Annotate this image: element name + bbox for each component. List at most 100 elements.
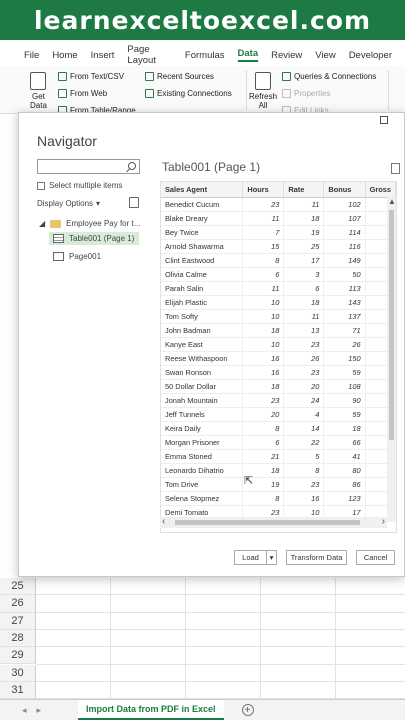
mouse-cursor-icon: ⇱ (244, 475, 254, 487)
table-cell: Kanye East (161, 337, 244, 352)
table-cell: 18 (283, 295, 325, 310)
tab-file[interactable]: File (24, 50, 39, 61)
row-header[interactable]: 29 (0, 647, 36, 665)
tree-table-label: Table001 (Page 1) (69, 234, 135, 243)
select-multiple-checkbox[interactable] (37, 181, 45, 190)
table-row: Tom Softy 10 11 137 (161, 309, 396, 324)
table-cell: 137 (323, 309, 366, 324)
table-cell: Selena Stopmez (161, 491, 244, 506)
load-button[interactable]: Load (234, 550, 267, 565)
existing-connections-button[interactable]: Existing Connections (145, 89, 232, 98)
row-header[interactable]: 26 (0, 595, 36, 613)
queries-icon (282, 72, 291, 81)
export-icon[interactable] (391, 163, 400, 174)
recent-sources-icon (145, 72, 154, 81)
column-header[interactable]: Sales Agent (161, 182, 244, 198)
refresh-all-button[interactable]: Refresh All (249, 72, 277, 110)
table-cell: 59 (323, 365, 366, 380)
tab-page-layout[interactable]: Page Layout (127, 44, 172, 66)
table-row: Parah Salin 11 6 113 (161, 281, 396, 296)
select-multiple-row[interactable]: Select multiple items (37, 181, 122, 190)
transform-data-button[interactable]: Transform Data (286, 550, 347, 565)
recent-sources-button[interactable]: Recent Sources (145, 72, 214, 81)
table-cell: 113 (323, 281, 366, 296)
tab-home[interactable]: Home (52, 50, 77, 61)
row-header[interactable]: 27 (0, 612, 36, 630)
table-cell: Jonah Mountain (161, 393, 244, 408)
column-header[interactable]: Rate (283, 182, 325, 198)
properties-icon (282, 89, 291, 98)
table-cell: 23 (283, 477, 325, 492)
row-header[interactable]: 31 (0, 681, 36, 700)
display-options-dropdown[interactable]: Display Options ▾ (37, 199, 100, 208)
table-cell: 6 (283, 281, 325, 296)
prev-sheet-button[interactable]: ◂ (22, 705, 27, 716)
tree-item-table001[interactable]: Table001 (Page 1) (49, 232, 139, 245)
column-header[interactable]: Gross (365, 182, 396, 198)
table-cell: 16 (242, 365, 285, 380)
row-header[interactable]: 25 (0, 578, 36, 596)
ribbon-data-tab: Get Data From Text/CSV From Web From Tab… (0, 66, 405, 115)
preview-table: Sales Agent Hours Rate Bonus Gross Benedict … (160, 181, 397, 533)
scroll-right-icon[interactable]: › (382, 516, 385, 527)
table-row: Leonardo Dihatrio 18 8 80 (161, 463, 396, 478)
scroll-up-icon[interactable]: ▲ (388, 197, 396, 206)
table-row: Emma Stoned 21 5 41 (161, 449, 396, 464)
tab-formulas[interactable]: Formulas (185, 50, 225, 61)
chevron-down-icon: ▾ (96, 199, 101, 208)
load-dropdown-button[interactable]: ▾ (266, 550, 277, 565)
tab-insert[interactable]: Insert (91, 50, 115, 61)
table-cell: Blake Dreary (161, 211, 244, 226)
tab-developer[interactable]: Developer (349, 50, 392, 61)
properties-button[interactable]: Properties (282, 89, 330, 98)
add-sheet-button[interactable]: + (241, 704, 254, 716)
refresh-preview-icon[interactable] (129, 197, 139, 208)
horizontal-scroll-thumb[interactable] (175, 520, 360, 525)
connections-icon (145, 89, 154, 98)
grid-row-line (36, 680, 405, 682)
horizontal-scrollbar[interactable]: ‹ › (160, 516, 387, 528)
vertical-scroll-thumb[interactable] (389, 210, 394, 440)
vertical-scrollbar[interactable]: ▲ (387, 196, 396, 522)
table-cell: 10 (242, 295, 285, 310)
tab-data[interactable]: Data (237, 48, 259, 62)
tree-root[interactable]: ◢ Employee Pay for t... (39, 219, 140, 228)
table-row: Clint Eastwood 8 17 149 (161, 253, 396, 268)
table-cell: Swan Ronson (161, 365, 244, 380)
chevron-down-icon: ◢ (39, 219, 46, 228)
table-cell: 11 (283, 309, 325, 324)
table-cell: Elijah Plastic (161, 295, 244, 310)
from-text-csv-button[interactable]: From Text/CSV (58, 72, 124, 81)
cancel-button[interactable]: Cancel (356, 550, 395, 565)
tree-item-page001[interactable]: Page001 (53, 252, 101, 261)
table-cell: 23 (242, 197, 285, 212)
tab-review[interactable]: Review (271, 50, 302, 61)
worksheet-grid[interactable]: 25 26 27 28 29 30 31 (0, 578, 405, 700)
table-cell: Bey Twice (161, 225, 244, 240)
get-data-label-2: Data (30, 101, 47, 110)
properties-label: Properties (294, 89, 331, 98)
table-cell: Tom Softy (161, 309, 244, 324)
table-cell: 22 (283, 435, 325, 450)
table-row: Swan Ronson 16 23 59 (161, 365, 396, 380)
table-cell: John Badman (161, 323, 244, 338)
next-sheet-button[interactable]: ▸ (37, 705, 42, 716)
table-cell: 107 (323, 211, 366, 226)
from-text-csv-label: From Text/CSV (70, 72, 125, 81)
row-header[interactable]: 28 (0, 629, 36, 648)
get-data-button[interactable]: Get Data (30, 72, 47, 110)
from-web-button[interactable]: From Web (58, 89, 107, 98)
search-input[interactable] (37, 159, 140, 174)
table-cell: 21 (242, 449, 285, 464)
sheet-tab-active[interactable]: Import Data from PDF in Excel (78, 700, 224, 720)
row-header[interactable]: 30 (0, 664, 36, 682)
table-cell: 50 (323, 267, 366, 282)
table-cell: 13 (283, 323, 325, 338)
column-header[interactable]: Bonus (323, 182, 366, 198)
queries-connections-button[interactable]: Queries & Connections (282, 72, 376, 81)
database-icon (30, 72, 47, 90)
tab-view[interactable]: View (315, 50, 335, 61)
scroll-left-icon[interactable]: ‹ (162, 516, 165, 527)
maximize-icon[interactable] (380, 116, 388, 124)
column-header[interactable]: Hours (242, 182, 285, 198)
